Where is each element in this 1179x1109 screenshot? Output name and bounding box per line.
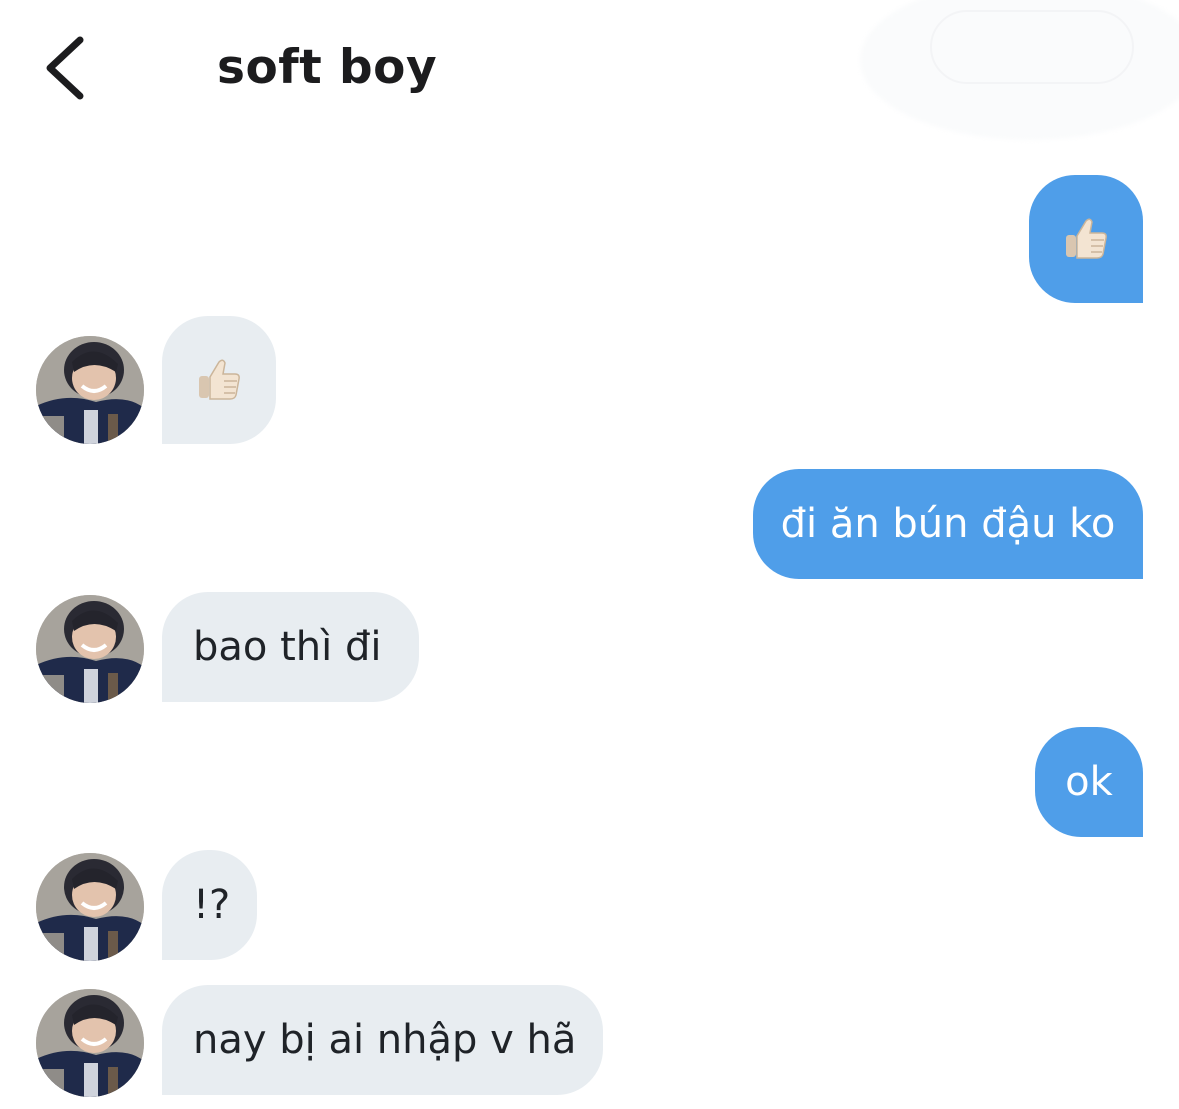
avatar[interactable] [36, 595, 144, 703]
message-text: nay bị ai nhập v hã [193, 1017, 577, 1063]
avatar[interactable] [36, 336, 144, 444]
avatar[interactable] [36, 989, 144, 1097]
outgoing-message-bubble[interactable]: đi ăn bún đậu ko [753, 469, 1143, 579]
outgoing-message-bubble[interactable] [1029, 175, 1143, 303]
incoming-message-bubble[interactable]: bao thì đi [162, 592, 419, 702]
incoming-message-bubble[interactable]: !? [162, 850, 257, 960]
avatar-photo [36, 595, 144, 703]
thumbs-up-icon [199, 359, 240, 400]
background-decoration [930, 10, 1134, 84]
avatar-photo [36, 989, 144, 1097]
back-button[interactable] [40, 34, 96, 104]
avatar[interactable] [36, 853, 144, 961]
incoming-message-bubble[interactable]: nay bị ai nhập v hã [162, 985, 603, 1095]
conversation-title: soft boy [217, 40, 438, 95]
message-text: bao thì đi [193, 624, 382, 670]
chat-screen: soft boy đi ăn bún đậu ko bao thì đi ok … [0, 0, 1179, 1109]
avatar-photo [36, 336, 144, 444]
message-text: đi ăn bún đậu ko [780, 501, 1116, 547]
message-text: ok [1065, 759, 1113, 805]
thumbs-up-icon [1066, 218, 1107, 259]
message-text: !? [193, 882, 231, 928]
chevron-left-icon [46, 36, 84, 100]
outgoing-message-bubble[interactable]: ok [1035, 727, 1143, 837]
avatar-photo [36, 853, 144, 961]
incoming-message-bubble[interactable] [162, 316, 276, 444]
